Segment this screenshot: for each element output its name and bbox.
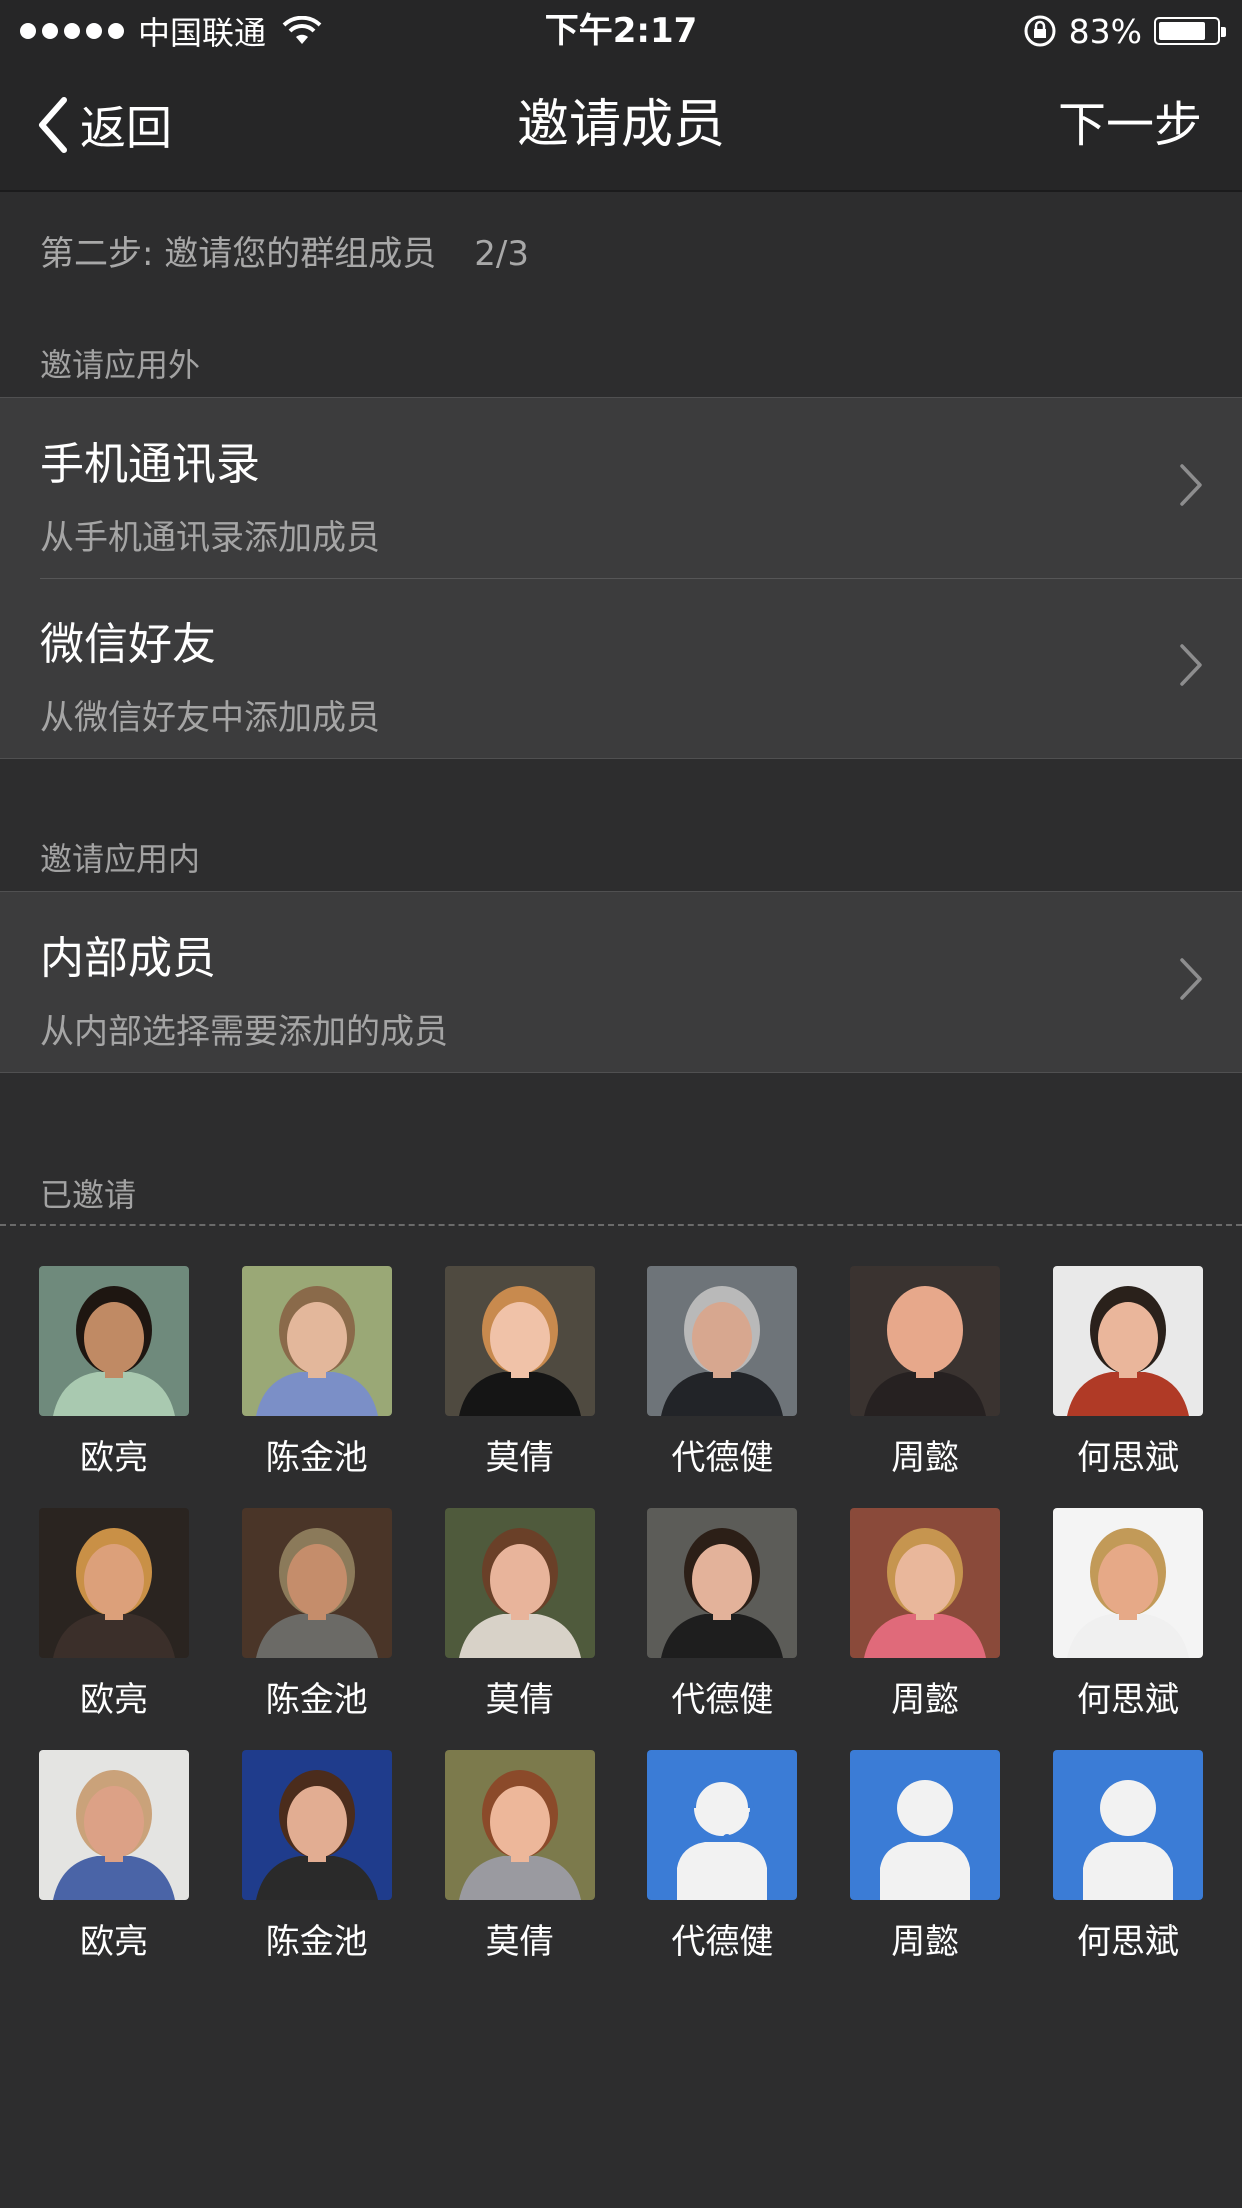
row-title: 手机通讯录 bbox=[40, 439, 260, 490]
chevron-right-icon bbox=[1180, 644, 1202, 686]
avatar bbox=[850, 1508, 1001, 1658]
step-indicator: 第二步: 邀请您的群组成员 2/3 bbox=[40, 226, 529, 275]
member-name: 陈金池 bbox=[265, 1680, 368, 1720]
member-name: 代德健 bbox=[671, 1680, 774, 1720]
status-bar: 中国联通 下午2:17 83% bbox=[0, 0, 1242, 62]
section-label-external: 邀请应用外 bbox=[40, 346, 201, 384]
invited-member[interactable]: 代德健 bbox=[647, 1750, 798, 1963]
internal-members-row[interactable]: 内部成员 从内部选择需要添加的成员 bbox=[0, 892, 1242, 1072]
page-title: 邀请成员 bbox=[516, 95, 725, 155]
avatar bbox=[1053, 1508, 1203, 1658]
chevron-right-icon bbox=[1180, 464, 1202, 506]
invited-member[interactable]: 周懿 bbox=[850, 1266, 1001, 1479]
status-right: 83% bbox=[1023, 8, 1226, 54]
battery-level bbox=[1159, 22, 1206, 40]
rotation-lock-icon bbox=[1024, 15, 1056, 47]
member-name: 莫倩 bbox=[485, 1922, 554, 1962]
invited-member[interactable]: 代德健 bbox=[647, 1266, 798, 1479]
invited-member[interactable]: 莫倩 bbox=[444, 1508, 595, 1721]
avatar bbox=[444, 1750, 595, 1900]
invited-member[interactable]: 欧亮 bbox=[39, 1508, 189, 1721]
row-title: 微信好友 bbox=[40, 619, 216, 670]
row-subtitle: 从微信好友中添加成员 bbox=[40, 698, 380, 738]
avatar bbox=[241, 1750, 392, 1900]
member-name: 周懿 bbox=[891, 1680, 960, 1720]
avatar bbox=[39, 1266, 189, 1416]
internal-invite-group: 内部成员 从内部选择需要添加的成员 bbox=[0, 891, 1242, 1073]
row-subtitle: 从手机通讯录添加成员 bbox=[40, 518, 380, 558]
avatar bbox=[241, 1266, 392, 1416]
invited-member[interactable]: 代德健 bbox=[647, 1508, 798, 1721]
member-name: 欧亮 bbox=[80, 1922, 148, 1962]
row-subtitle: 从内部选择需要添加的成员 bbox=[40, 1012, 448, 1052]
member-name: 何思斌 bbox=[1077, 1680, 1179, 1720]
step-count: 2/3 bbox=[474, 234, 529, 274]
invited-member[interactable]: 何思斌 bbox=[1053, 1266, 1203, 1479]
wechat-friends-row[interactable]: 微信好友 从微信好友中添加成员 bbox=[0, 578, 1242, 758]
external-invite-group: 手机通讯录 从手机通讯录添加成员 微信好友 从微信好友中添加成员 bbox=[0, 397, 1242, 759]
member-name: 周懿 bbox=[891, 1922, 960, 1962]
section-label-internal: 邀请应用内 bbox=[40, 840, 201, 878]
member-name: 莫倩 bbox=[485, 1438, 554, 1478]
invited-member[interactable]: 何思斌 bbox=[1053, 1508, 1203, 1721]
step-text: 第二步: 邀请您的群组成员 bbox=[40, 234, 437, 274]
avatar bbox=[241, 1508, 392, 1658]
battery-percent: 83% bbox=[1068, 11, 1142, 51]
invited-member[interactable]: 陈金池 bbox=[241, 1266, 392, 1479]
navigation-bar: 返回 邀请成员 下一步 bbox=[0, 62, 1242, 192]
invited-member[interactable]: 何思斌 bbox=[1053, 1750, 1203, 1963]
member-name: 陈金池 bbox=[265, 1438, 368, 1478]
battery-icon bbox=[1154, 17, 1226, 45]
member-name: 何思斌 bbox=[1077, 1922, 1179, 1962]
member-name: 何思斌 bbox=[1077, 1438, 1179, 1478]
default-avatar-icon bbox=[1053, 1750, 1203, 1900]
member-name: 欧亮 bbox=[80, 1438, 148, 1478]
member-name: 代德健 bbox=[671, 1438, 774, 1478]
row-title: 内部成员 bbox=[40, 933, 216, 984]
member-name: 周懿 bbox=[891, 1438, 960, 1478]
avatar bbox=[850, 1266, 1001, 1416]
invited-member[interactable]: 周懿 bbox=[850, 1750, 1001, 1963]
invited-member[interactable]: 陈金池 bbox=[241, 1750, 392, 1963]
avatar bbox=[647, 1508, 798, 1658]
next-step-button[interactable]: 下一步 bbox=[1058, 92, 1202, 158]
invited-member[interactable]: 周懿 bbox=[850, 1508, 1001, 1721]
avatar bbox=[444, 1266, 595, 1416]
member-name: 欧亮 bbox=[80, 1680, 148, 1720]
default-avatar-icon bbox=[647, 1750, 798, 1900]
invited-member[interactable]: 欧亮 bbox=[39, 1750, 189, 1963]
member-name: 代德健 bbox=[671, 1922, 774, 1962]
default-avatar-icon bbox=[850, 1750, 1001, 1900]
invited-member[interactable]: 莫倩 bbox=[444, 1750, 595, 1963]
section-label-invited: 已邀请 bbox=[40, 1176, 137, 1214]
avatar bbox=[39, 1508, 189, 1658]
avatar bbox=[39, 1750, 189, 1900]
avatar bbox=[444, 1508, 595, 1658]
invited-member[interactable]: 莫倩 bbox=[444, 1266, 595, 1479]
chevron-right-icon bbox=[1180, 958, 1202, 1000]
invited-member[interactable]: 陈金池 bbox=[241, 1508, 392, 1721]
divider bbox=[0, 1224, 1242, 1226]
contacts-row[interactable]: 手机通讯录 从手机通讯录添加成员 bbox=[0, 398, 1242, 578]
member-name: 莫倩 bbox=[485, 1680, 554, 1720]
avatar bbox=[1053, 1266, 1203, 1416]
member-name: 陈金池 bbox=[265, 1922, 368, 1962]
invited-member[interactable]: 欧亮 bbox=[39, 1266, 189, 1479]
avatar bbox=[647, 1266, 798, 1416]
